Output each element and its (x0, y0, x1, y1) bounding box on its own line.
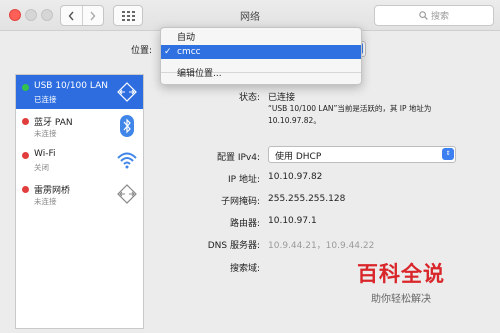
router-label: 路由器: (229, 219, 260, 229)
service-item-bluetooth-pan[interactable]: 蓝牙 PAN 未连接 (16, 109, 143, 143)
service-status: 已连接 (34, 95, 57, 104)
configure-ipv4-label: 配置 IPv4: (216, 153, 260, 163)
location-dropdown-menu: 自动 ✓ cmcc 编辑位置... (160, 27, 362, 85)
status-label: 状态: (238, 93, 260, 103)
menu-item-cmcc[interactable]: ✓ cmcc (161, 45, 361, 59)
dns-server-label: DNS 服务器: (207, 241, 260, 251)
dns-server-value: 10.9.44.21，10.9.44.22 (268, 241, 375, 251)
service-name: USB 10/100 LAN (34, 81, 108, 91)
ethernet-icon (117, 82, 137, 102)
configure-ipv4-value: 使用 DHCP (275, 152, 322, 162)
status-dot (22, 84, 29, 91)
checkmark-icon: ✓ (164, 47, 172, 57)
service-status: 未连接 (34, 129, 57, 138)
search-icon (419, 11, 428, 20)
service-name: 雷雳网桥 (34, 186, 71, 196)
configure-ipv4-select[interactable]: 使用 DHCP ⇕ (268, 146, 456, 163)
search-field[interactable]: 搜索 (374, 5, 494, 26)
menu-item-edit-locations[interactable]: 编辑位置... (161, 67, 361, 81)
service-item-thunderbolt-bridge[interactable]: 雷雳网桥 未连接 (16, 177, 143, 211)
menu-item-label: 编辑位置... (177, 69, 222, 79)
status-dot (22, 118, 29, 125)
service-name: 蓝牙 PAN (34, 118, 73, 128)
location-label: 位置: (131, 46, 153, 56)
service-status: 未连接 (34, 197, 57, 206)
subnet-mask-label: 子网掩码: (220, 197, 260, 207)
subnet-mask-value: 255.255.255.128 (268, 194, 346, 204)
bridge-icon (117, 184, 137, 204)
watermark-subtitle: 助你轻松解决 (371, 294, 431, 305)
watermark: 百科全说 助你轻松解决 (340, 258, 462, 310)
service-name: Wi-Fi (34, 149, 56, 159)
wifi-icon (117, 152, 137, 169)
watermark-title: 百科全说 (357, 262, 445, 286)
search-domains-label: 搜索域: (229, 264, 260, 274)
ip-address-value: 10.10.97.82 (268, 172, 323, 182)
search-placeholder: 搜索 (430, 12, 449, 22)
status-value: 已连接 (268, 93, 296, 103)
select-arrows-icon: ⇕ (442, 148, 454, 160)
service-status: 关闭 (34, 163, 49, 172)
status-dot (22, 186, 29, 193)
service-item-usb-lan[interactable]: USB 10/100 LAN 已连接 (16, 75, 143, 109)
ip-address-label: IP 地址: (228, 175, 260, 185)
menu-item-label: 自动 (177, 33, 196, 43)
service-list: USB 10/100 LAN 已连接 蓝牙 PAN 未连接 Wi-Fi 关闭 雷… (15, 74, 144, 329)
status-description: “USB 10/100 LAN”当前是活跃的，其 IP 地址为 10.10.97… (268, 104, 432, 125)
menu-item-auto[interactable]: 自动 (161, 31, 361, 45)
status-dot (22, 152, 29, 159)
router-value: 10.10.97.1 (268, 216, 317, 226)
bluetooth-icon (120, 115, 134, 137)
menu-item-label: cmcc (177, 47, 201, 57)
service-item-wifi[interactable]: Wi-Fi 关闭 (16, 143, 143, 177)
